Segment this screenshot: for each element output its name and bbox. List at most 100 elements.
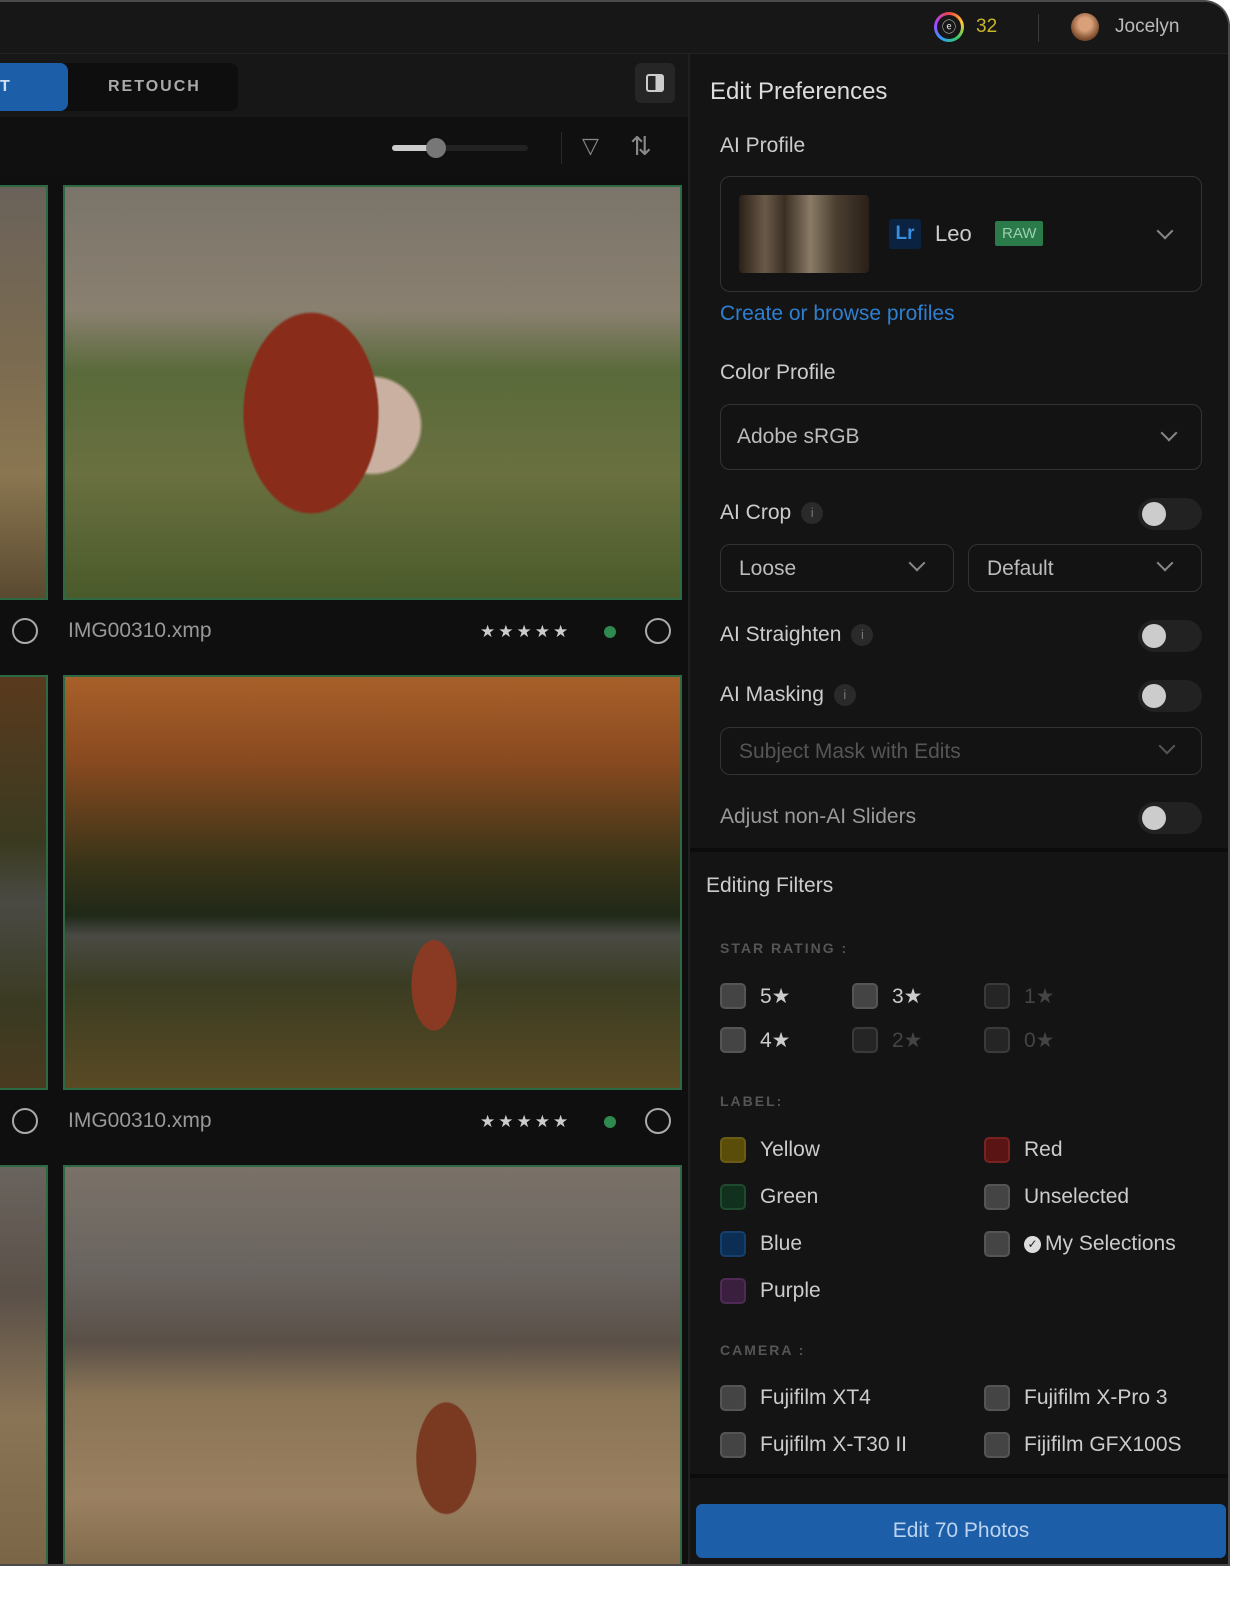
filter-2-star[interactable]: 2★: [852, 1027, 923, 1053]
photo-thumbnail[interactable]: [0, 185, 48, 600]
info-icon[interactable]: i: [833, 684, 856, 707]
tab-retouch[interactable]: RETOUCH: [108, 63, 201, 111]
toggle-knob: [1142, 502, 1166, 526]
photo-caption: IMG00310.xmp: [68, 1090, 212, 1152]
divider: [561, 132, 562, 164]
photo-thumbnail[interactable]: [63, 185, 682, 600]
select-circle[interactable]: [645, 618, 671, 644]
checkbox[interactable]: [720, 1027, 746, 1053]
panel-title: Edit Preferences: [710, 78, 888, 105]
camera-filter[interactable]: Fujifilm X-Pro 3: [984, 1385, 1168, 1411]
slider-knob[interactable]: [425, 138, 446, 158]
checkbox[interactable]: [852, 1027, 878, 1053]
ai-profile-label: AI Profile: [720, 134, 806, 157]
chevron-down-icon: [1158, 737, 1176, 755]
color-profile-label: Color Profile: [720, 361, 836, 384]
checkbox[interactable]: [984, 1432, 1010, 1458]
selected-value: Default: [987, 557, 1054, 580]
ai-masking-toggle[interactable]: [1138, 680, 1202, 712]
filter-0-star[interactable]: 0★: [984, 1027, 1055, 1053]
camera-filter[interactable]: Fujifilm XT4: [720, 1385, 871, 1411]
label-purple[interactable]: Purple: [720, 1278, 821, 1304]
user-menu[interactable]: Jocelyn: [1071, 13, 1179, 41]
user-name: Jocelyn: [1115, 16, 1180, 37]
filter-5-star[interactable]: 5★: [720, 983, 791, 1009]
crop-ratio-select[interactable]: Default: [968, 544, 1202, 592]
photo-thumbnail[interactable]: [63, 1165, 682, 1564]
checkbox[interactable]: [720, 1385, 746, 1411]
section-divider: [690, 848, 1228, 852]
checkbox[interactable]: [984, 983, 1010, 1009]
ai-crop-toggle[interactable]: [1138, 498, 1202, 530]
label-green[interactable]: Green: [720, 1184, 818, 1210]
photo-thumbnail[interactable]: [0, 1165, 48, 1564]
photo-thumbnail[interactable]: [0, 675, 48, 1090]
camera-filter[interactable]: Fujifilm X-T30 II: [720, 1432, 907, 1458]
avatar: [1071, 13, 1099, 41]
photo-thumbnail[interactable]: [63, 675, 682, 1090]
label-yellow[interactable]: Yellow: [720, 1137, 820, 1163]
color-profile-select[interactable]: Adobe sRGB: [720, 404, 1202, 470]
checkbox[interactable]: [720, 1231, 746, 1257]
star-rating-heading: STAR RATING :: [720, 940, 849, 956]
credits-count: 32: [976, 16, 998, 37]
tab-edit[interactable]: T: [0, 63, 68, 111]
browse-profiles-link[interactable]: Create or browse profiles: [720, 302, 955, 326]
ai-straighten-label: AI Straighten i: [720, 623, 874, 647]
thumbnail-size-slider[interactable]: [392, 138, 528, 158]
camera-heading: CAMERA :: [720, 1342, 806, 1358]
non-ai-sliders-label: Adjust non-AI Sliders: [720, 805, 917, 828]
filter-icon[interactable]: ▽: [582, 133, 599, 159]
mask-type-select[interactable]: Subject Mask with Edits: [720, 727, 1202, 775]
edit-photos-button[interactable]: Edit 70 Photos: [696, 1504, 1226, 1558]
filter-1-star[interactable]: 1★: [984, 983, 1055, 1009]
checkbox[interactable]: [720, 1184, 746, 1210]
checkbox[interactable]: [984, 1027, 1010, 1053]
mode-tabs: T RETOUCH: [0, 63, 238, 111]
checkbox[interactable]: [720, 1278, 746, 1304]
ai-profile-select[interactable]: Lr Leo RAW: [720, 176, 1202, 292]
ai-crop-label: AI Crop i: [720, 501, 824, 525]
profile-name: Leo: [935, 221, 972, 246]
checkbox[interactable]: [984, 1137, 1010, 1163]
credits[interactable]: ⓔ 32: [934, 12, 997, 42]
selected-value: Adobe sRGB: [737, 425, 860, 448]
star-rating[interactable]: ★★★★★: [480, 622, 571, 642]
sort-icon[interactable]: ⇅: [630, 131, 652, 162]
green-label-dot: [604, 626, 616, 638]
chevron-down-icon: [1156, 222, 1174, 240]
checkbox[interactable]: [984, 1231, 1010, 1257]
photo-filename: IMG00310.xmp: [68, 619, 212, 642]
select-circle[interactable]: [12, 1108, 38, 1134]
filter-3-star[interactable]: 3★: [852, 983, 923, 1009]
credits-icon: ⓔ: [934, 12, 964, 42]
chevron-down-icon: [1160, 424, 1178, 442]
checkbox[interactable]: [984, 1184, 1010, 1210]
lightroom-icon: Lr: [889, 219, 921, 249]
checkbox[interactable]: [720, 983, 746, 1009]
camera-filter[interactable]: Fijifilm GFX100S: [984, 1432, 1182, 1458]
ai-straighten-toggle[interactable]: [1138, 620, 1202, 652]
checkbox[interactable]: [720, 1137, 746, 1163]
toggle-panel-button[interactable]: [635, 63, 675, 103]
checkbox[interactable]: [720, 1432, 746, 1458]
label-blue[interactable]: Blue: [720, 1231, 802, 1257]
select-circle[interactable]: [645, 1108, 671, 1134]
label-unselected[interactable]: Unselected: [984, 1184, 1129, 1210]
divider: [1038, 14, 1039, 42]
filter-4-star[interactable]: 4★: [720, 1027, 791, 1053]
profile-thumbnail: [739, 195, 869, 273]
non-ai-sliders-toggle[interactable]: [1138, 802, 1202, 834]
checkbox[interactable]: [984, 1385, 1010, 1411]
photo-filename: IMG00310.xmp: [68, 1109, 212, 1132]
star-rating[interactable]: ★★★★★: [480, 1112, 571, 1132]
mask-placeholder: Subject Mask with Edits: [739, 740, 961, 763]
info-icon[interactable]: i: [851, 624, 874, 647]
label-red[interactable]: Red: [984, 1137, 1063, 1163]
toggle-knob: [1142, 806, 1166, 830]
label-my-selections[interactable]: ✓ My Selections: [984, 1231, 1176, 1257]
info-icon[interactable]: i: [801, 502, 824, 525]
crop-mode-select[interactable]: Loose: [720, 544, 954, 592]
select-circle[interactable]: [12, 618, 38, 644]
checkbox[interactable]: [852, 983, 878, 1009]
